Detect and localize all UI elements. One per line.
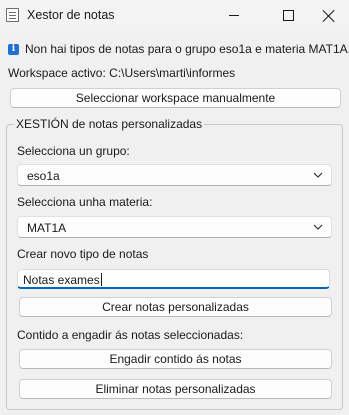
content-label: Contido a engadir ás notas seleccionadas… bbox=[17, 328, 244, 342]
subject-select-label: Selecciona unha materia: bbox=[17, 195, 153, 209]
text-caret bbox=[100, 273, 102, 286]
minimize-icon bbox=[229, 15, 239, 16]
window-title: Xestor de notas bbox=[27, 8, 115, 22]
minimize-button[interactable] bbox=[211, 0, 257, 31]
app-icon bbox=[6, 8, 19, 22]
select-workspace-button[interactable]: Seleccionar workspace manualmente bbox=[10, 88, 341, 108]
subject-combobox[interactable]: MAT1A bbox=[17, 216, 332, 238]
delete-notes-button[interactable]: Eliminar notas personalizadas bbox=[19, 379, 332, 399]
groupbox-title: XESTIÓN de notas personalizadas bbox=[14, 117, 205, 131]
subject-combobox-value: MAT1A bbox=[27, 221, 67, 235]
title-bar[interactable]: Xestor de notas bbox=[0, 0, 349, 31]
group-select-label: Selecciona un grupo: bbox=[17, 144, 130, 158]
close-icon bbox=[323, 10, 335, 22]
add-content-button[interactable]: Engadir contido ás notas bbox=[19, 349, 332, 369]
group-combobox-value: eso1a bbox=[27, 169, 60, 183]
create-notes-button[interactable]: Crear notas personalizadas bbox=[19, 297, 332, 317]
info-message: i Non hai tipos de notas para o grupo es… bbox=[8, 42, 349, 56]
new-type-label: Crear novo tipo de notas bbox=[17, 247, 149, 261]
maximize-icon bbox=[282, 10, 294, 21]
info-icon: i bbox=[8, 43, 19, 55]
chevron-down-icon bbox=[313, 172, 323, 178]
new-type-input[interactable]: Notas exames bbox=[17, 269, 330, 289]
new-type-input-value: Notas exames bbox=[23, 273, 100, 287]
chevron-down-icon bbox=[313, 224, 323, 230]
close-button[interactable] bbox=[308, 0, 349, 31]
workspace-label: Workspace activo: C:\Users\marti\informe… bbox=[8, 66, 236, 80]
maximize-button[interactable] bbox=[265, 0, 311, 31]
group-combobox[interactable]: eso1a bbox=[17, 164, 332, 186]
info-message-text: Non hai tipos de notas para o grupo eso1… bbox=[25, 42, 349, 56]
